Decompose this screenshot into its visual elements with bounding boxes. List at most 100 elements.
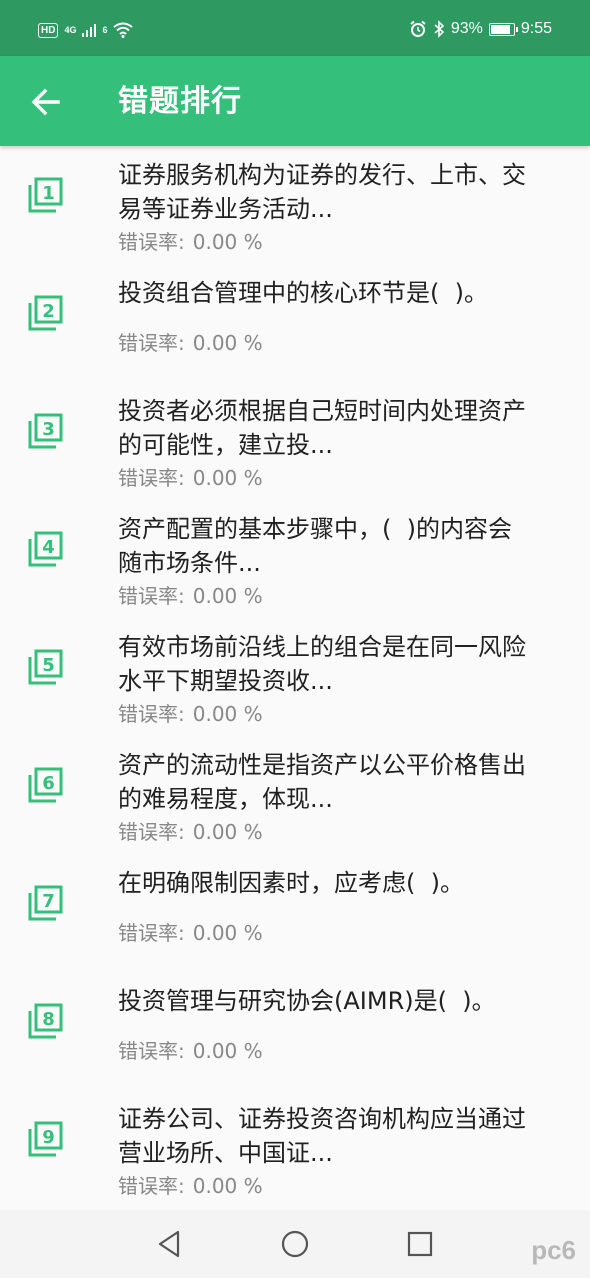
question-title-line2: 营业场所、中国证...	[118, 1139, 333, 1167]
error-rate-value: 0.00 %	[192, 921, 263, 945]
question-title-line1: 资产的流动性是指资产以公平价格售出	[118, 751, 526, 779]
rank-badge-icon: 4	[26, 529, 66, 569]
stacked-square-icon: 8	[28, 1003, 63, 1039]
status-left-group: HD 4G 6	[38, 22, 134, 38]
question-title: 资产配置的基本步骤中，( )的内容会 随市场条件...	[118, 512, 570, 580]
error-rate-value: 0.00 %	[192, 820, 263, 844]
error-rate-label: 错误率:	[118, 820, 185, 844]
stacked-square-icon: 4	[28, 531, 63, 567]
rank-number: 6	[42, 773, 55, 794]
error-rate-value: 0.00 %	[192, 584, 263, 608]
list-item[interactable]: 7 在明确限制因素时，应考虑( )。错误率: 0.00 %	[0, 854, 590, 972]
wifi-label: 6	[102, 25, 108, 35]
system-nav-bar	[0, 1210, 590, 1278]
rank-number: 7	[42, 891, 55, 912]
list-item[interactable]: 6 资产的流动性是指资产以公平价格售出 的难易程度，体现... 错误率: 0.00 %	[0, 736, 590, 854]
question-title: 投资组合管理中的核心环节是( )。	[118, 276, 570, 310]
error-rate-label: 错误率:	[118, 921, 185, 945]
question-title-line1: 证券公司、证券投资咨询机构应当通过	[118, 1105, 526, 1133]
error-rate-label: 错误率:	[118, 702, 185, 726]
rank-badge-icon: 1	[26, 175, 66, 215]
error-rate: 错误率: 0.00 %	[118, 330, 263, 356]
error-rate: 错误率: 0.00 %	[118, 819, 263, 845]
app-bar: 错题排行	[0, 56, 590, 146]
question-title: 投资者必须根据自己短时间内处理资产 的可能性，建立投...	[118, 394, 570, 462]
rank-badge-icon: 2	[26, 293, 66, 333]
list-item[interactable]: 9 证券公司、证券投资咨询机构应当通过 营业场所、中国证... 错误率: 0.00 %	[0, 1090, 590, 1208]
stacked-square-icon: 3	[28, 413, 63, 449]
error-rate: 错误率: 0.00 %	[118, 465, 263, 491]
question-title: 证券公司、证券投资咨询机构应当通过 营业场所、中国证...	[118, 1102, 570, 1170]
battery-fill	[490, 24, 511, 34]
error-rate: 错误率: 0.00 %	[118, 920, 263, 946]
error-rate-value: 0.00 %	[192, 1174, 263, 1198]
error-rate: 错误率: 0.00 %	[118, 229, 263, 255]
rank-number: 4	[42, 537, 55, 558]
rank-badge-icon: 7	[26, 883, 66, 923]
battery-percent: 93%	[450, 20, 483, 37]
question-title-line2: 的可能性，建立投...	[118, 431, 333, 459]
clock: 9:55	[520, 20, 552, 37]
list-item[interactable]: 5 有效市场前沿线上的组合是在同一风险 水平下期望投资收... 错误率: 0.00 %	[0, 618, 590, 736]
error-rate-value: 0.00 %	[192, 1039, 263, 1063]
status-bar: HD 4G 6 93% 9:55	[0, 0, 590, 56]
error-rate-label: 错误率:	[118, 466, 185, 490]
triangle-back-icon	[158, 1230, 180, 1258]
error-rate-value: 0.00 %	[192, 466, 263, 490]
rank-number: 8	[42, 1009, 55, 1030]
question-title-line2: 的难易程度，体现...	[118, 785, 333, 813]
error-rate-label: 错误率:	[118, 1039, 185, 1063]
question-title-line2: 随市场条件...	[118, 549, 261, 577]
circle-home-icon	[281, 1230, 309, 1258]
rank-number: 3	[42, 419, 55, 440]
error-rate-label: 错误率:	[118, 230, 185, 254]
network-type-label: 4G	[64, 25, 77, 35]
back-button[interactable]	[26, 82, 66, 122]
list-item[interactable]: 2 投资组合管理中的核心环节是( )。 错误率: 0.00 %	[0, 264, 590, 382]
watermark: pc6	[531, 1235, 576, 1265]
question-title-line1: 投资者必须根据自己短时间内处理资产	[118, 397, 526, 425]
question-title-line2: 水平下期望投资收...	[118, 667, 333, 695]
stacked-square-icon: 9	[28, 1121, 63, 1157]
rank-badge-icon: 8	[26, 1001, 66, 1041]
error-rate: 错误率: 0.00 %	[118, 701, 263, 727]
nav-back-button[interactable]	[154, 1228, 186, 1260]
error-rate: 错误率: 0.00 %	[118, 1173, 263, 1199]
rank-number: 2	[42, 301, 55, 322]
list-item[interactable]: 1 证券服务机构为证券的发行、上市、交 易等证券业务活动... 错误率: 0.00 %	[0, 146, 590, 264]
signal-icon	[82, 23, 97, 37]
bluetooth-icon	[434, 20, 444, 38]
question-title: 投资管理与研究协会(AIMR)是( )。	[118, 984, 570, 1018]
error-rate-value: 0.00 %	[192, 702, 263, 726]
question-title: 在明确限制因素时，应考虑( )。	[118, 866, 570, 900]
wifi-icon	[113, 22, 134, 38]
status-right-group: 93% 9:55	[409, 20, 552, 38]
stacked-square-icon: 6	[28, 767, 63, 803]
list-item[interactable]: 4 资产配置的基本步骤中，( )的内容会 随市场条件... 错误率: 0.00 %	[0, 500, 590, 618]
list-item[interactable]: 8 投资管理与研究协会(AIMR)是( )。错误率: 0.00 %	[0, 972, 590, 1090]
alarm-icon	[410, 20, 426, 37]
nav-home-button[interactable]	[279, 1228, 311, 1260]
question-title-line1: 投资组合管理中的核心环节是( )。	[118, 279, 488, 307]
error-rate: 错误率: 0.00 %	[118, 583, 263, 609]
question-title-line1: 在明确限制因素时，应考虑( )。	[118, 869, 464, 897]
question-title-line1: 证券服务机构为证券的发行、上市、交	[118, 161, 526, 189]
nav-recents-button[interactable]	[404, 1228, 436, 1260]
question-title-line1: 资产配置的基本步骤中，( )的内容会	[118, 515, 512, 543]
question-title-line2: 易等证券业务活动...	[118, 195, 333, 223]
arrow-left-icon	[31, 88, 60, 116]
question-title-line1: 有效市场前沿线上的组合是在同一风险	[118, 633, 526, 661]
rank-number: 5	[42, 655, 55, 676]
rank-badge-icon: 5	[26, 647, 66, 687]
stacked-square-icon: 7	[28, 885, 63, 921]
error-rate: 错误率: 0.00 %	[118, 1038, 263, 1064]
question-title: 有效市场前沿线上的组合是在同一风险 水平下期望投资收...	[118, 630, 570, 698]
error-rate-value: 0.00 %	[192, 331, 263, 355]
rank-number: 1	[42, 183, 55, 204]
error-rate-label: 错误率:	[118, 1174, 185, 1198]
page-title: 错题排行	[118, 84, 242, 119]
stacked-square-icon: 2	[28, 295, 63, 331]
rank-badge-icon: 3	[26, 411, 66, 451]
hd-badge: HD	[38, 22, 59, 38]
list-item[interactable]: 3 投资者必须根据自己短时间内处理资产 的可能性，建立投... 错误率: 0.00 %	[0, 382, 590, 500]
